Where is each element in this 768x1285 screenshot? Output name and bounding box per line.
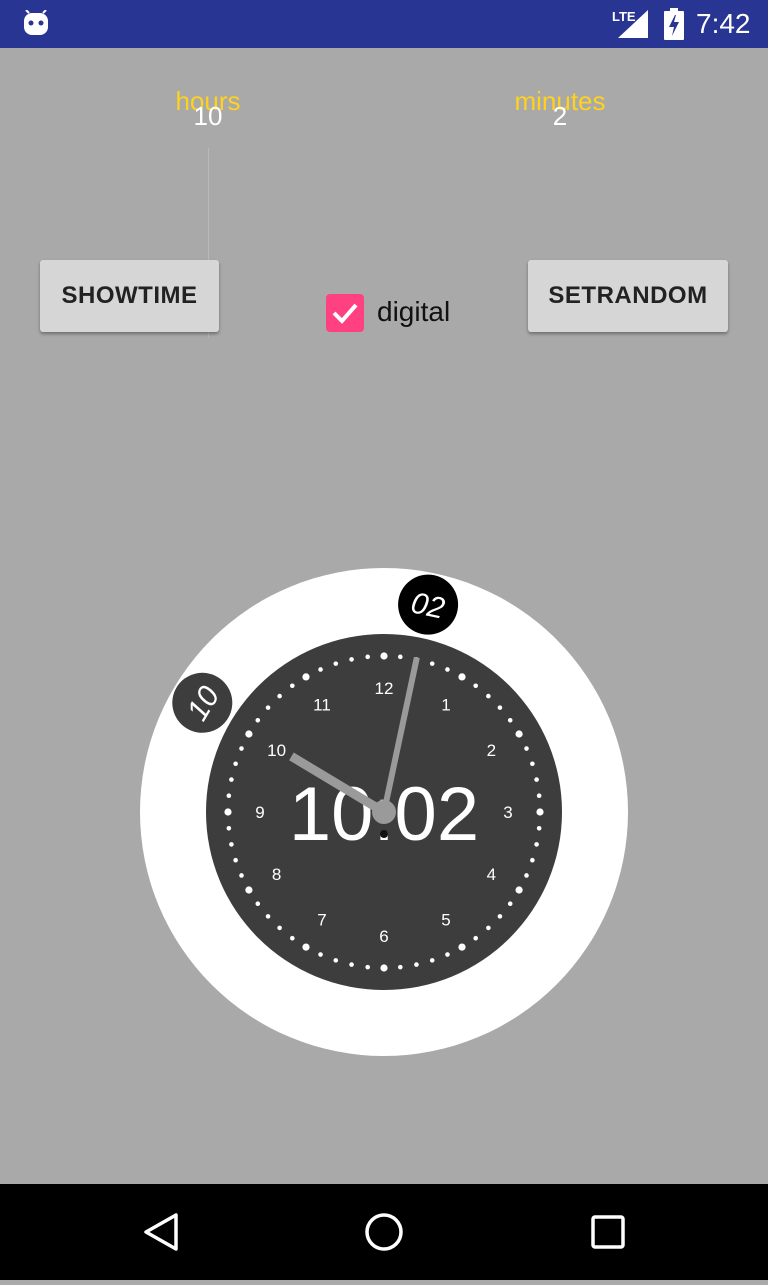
minute-tick xyxy=(530,761,535,767)
minute-tick xyxy=(458,943,466,951)
minute-tick xyxy=(445,667,450,672)
minute-tick xyxy=(536,808,544,816)
dial-number: 5 xyxy=(441,910,450,929)
minute-tick xyxy=(458,673,466,681)
minute-tick xyxy=(497,914,503,919)
dial-number: 1 xyxy=(441,696,450,715)
minute-tick xyxy=(265,705,271,710)
minute-tick xyxy=(224,808,232,816)
minute-tick xyxy=(497,705,503,710)
recents-icon[interactable] xyxy=(591,1215,625,1249)
minute-tick xyxy=(365,964,370,970)
minute-tick xyxy=(536,826,542,831)
minute-tick xyxy=(277,693,282,699)
minute-tick xyxy=(515,886,523,894)
minute-tick xyxy=(473,683,478,689)
minute-tick xyxy=(333,661,339,666)
minute-tick xyxy=(349,657,354,662)
minute-tick xyxy=(365,654,370,660)
dial-number: 7 xyxy=(317,910,326,929)
minute-tick xyxy=(239,873,244,878)
minute-tick xyxy=(245,886,253,894)
minute-tick xyxy=(226,826,232,831)
minute-tick xyxy=(473,935,478,941)
clock-widget[interactable]: 121234567891011 10:02 10 02 xyxy=(0,0,768,1184)
minute-tick xyxy=(229,777,234,782)
minute-tick xyxy=(290,935,295,941)
minute-tick xyxy=(445,952,450,957)
minute-tick xyxy=(277,925,282,931)
minute-tick xyxy=(245,730,253,738)
dial-number: 6 xyxy=(379,927,388,946)
navigation-bar xyxy=(0,1184,768,1280)
minute-tick xyxy=(380,964,388,972)
minute-tick xyxy=(318,667,323,672)
minute-tick xyxy=(229,842,234,847)
minute-tick xyxy=(398,964,403,970)
dial-number: 8 xyxy=(272,865,281,884)
minute-tick xyxy=(429,661,435,666)
minute-tick xyxy=(265,914,271,919)
home-icon[interactable] xyxy=(365,1213,403,1251)
minute-tick xyxy=(524,873,529,878)
minute-tick xyxy=(398,654,403,660)
minute-tick xyxy=(226,793,232,798)
dial-number: 9 xyxy=(255,803,264,822)
minute-tick xyxy=(507,901,513,906)
minute-tick xyxy=(486,925,491,931)
dial-number: 12 xyxy=(375,679,394,698)
minute-tick xyxy=(233,761,238,767)
minute-tick xyxy=(536,793,542,798)
minute-tick xyxy=(414,962,419,967)
minute-tick xyxy=(380,652,388,660)
minute-tick xyxy=(255,901,261,906)
minute-tick xyxy=(524,746,529,751)
minute-tick xyxy=(333,958,339,963)
minute-tick xyxy=(302,673,310,681)
minute-tick xyxy=(318,952,323,957)
minute-tick xyxy=(255,718,261,723)
minute-tick xyxy=(233,857,238,863)
dial-number: 4 xyxy=(487,865,496,884)
minute-tick xyxy=(349,962,354,967)
minute-tick xyxy=(486,693,491,699)
minute-tick xyxy=(507,718,513,723)
dial-number: 2 xyxy=(487,741,496,760)
minute-tick xyxy=(530,857,535,863)
minute-tick xyxy=(239,746,244,751)
dial-number: 11 xyxy=(313,696,331,715)
minute-tick xyxy=(290,683,295,689)
dial-number: 10 xyxy=(267,741,286,760)
minute-tick xyxy=(515,730,523,738)
dial-number: 3 xyxy=(503,803,512,822)
back-icon[interactable] xyxy=(144,1213,178,1251)
minute-bubble-label: 02 xyxy=(408,586,448,625)
minute-tick xyxy=(534,842,539,847)
hands-pivot xyxy=(372,800,396,824)
minute-tick xyxy=(302,943,310,951)
minute-tick xyxy=(534,777,539,782)
minute-tick xyxy=(429,958,435,963)
center-dot xyxy=(380,830,388,838)
